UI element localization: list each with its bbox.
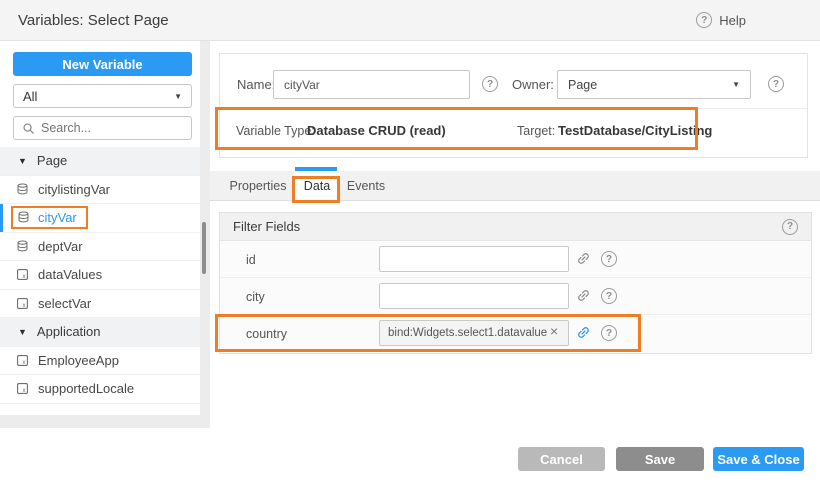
sidebar-scrollbar-thumb[interactable] <box>202 222 206 274</box>
save-button[interactable]: Save <box>616 447 704 471</box>
filter-row-country: country × ? <box>220 315 811 352</box>
target-value: TestDatabase/CityListing <box>558 123 712 138</box>
search-box <box>13 116 192 140</box>
filter-fields-header: Filter Fields ? <box>220 213 811 241</box>
sidebar-item-selectvar[interactable]: x selectVar <box>0 290 200 319</box>
help-label: Help <box>719 13 746 28</box>
tree-group-label: Page <box>37 153 67 168</box>
variable-filter-value: All <box>23 89 37 104</box>
svg-text:x: x <box>23 360 26 366</box>
cancel-button[interactable]: Cancel <box>518 447 605 471</box>
variables-dialog: Variables: Select Page ? Help New Variab… <box>0 0 820 487</box>
tab-properties[interactable]: Properties <box>222 171 294 200</box>
database-variable-icon <box>16 183 29 196</box>
variable-type-label: Variable Type: <box>236 124 315 138</box>
sidebar-item-supportedlocale[interactable]: x supportedLocale <box>0 375 200 404</box>
field-label: country <box>246 327 287 341</box>
variable-form-card: Name: * ? Owner: * Page ▼ ? Variable Typ… <box>219 53 808 158</box>
owner-help-icon[interactable]: ? <box>768 76 784 92</box>
database-variable-icon <box>17 211 30 224</box>
name-field[interactable] <box>273 70 470 99</box>
field-label: city <box>246 290 265 304</box>
item-label: dataValues <box>38 267 102 282</box>
save-and-close-button[interactable]: Save & Close <box>713 447 804 471</box>
country-field[interactable] <box>379 320 569 346</box>
bind-link-icon[interactable] <box>576 251 591 266</box>
search-icon <box>22 122 35 135</box>
item-label: supportedLocale <box>38 381 134 396</box>
svg-text:x: x <box>23 388 26 394</box>
model-variable-icon: x <box>16 382 29 395</box>
help-link[interactable]: ? Help <box>696 12 746 28</box>
model-variable-icon: x <box>16 297 29 310</box>
bind-link-icon-active[interactable] <box>576 325 591 340</box>
owner-select[interactable]: Page ▼ <box>557 70 751 99</box>
filter-fields-help-icon[interactable]: ? <box>782 219 798 235</box>
tree-group-application[interactable]: ▼ Application <box>0 318 200 347</box>
variable-type-row: Variable Type: Database CRUD (read) Targ… <box>220 108 807 158</box>
item-label: selectVar <box>38 296 91 311</box>
chevron-down-icon: ▼ <box>18 156 27 166</box>
svg-text:x: x <box>23 303 26 309</box>
tab-events[interactable]: Events <box>340 171 392 200</box>
bind-link-icon[interactable] <box>576 288 591 303</box>
highlight-box-cityvar: cityVar <box>11 206 88 229</box>
chevron-down-icon: ▼ <box>732 80 740 89</box>
item-label: citylistingVar <box>38 182 110 197</box>
tree-group-page[interactable]: ▼ Page <box>0 147 200 176</box>
sidebar-item-cityvar[interactable]: cityVar <box>0 204 200 233</box>
database-variable-icon <box>16 240 29 253</box>
tree-group-label: Application <box>37 324 101 339</box>
field-help-icon[interactable]: ? <box>601 325 617 341</box>
sidebar-item-deptvar[interactable]: deptVar <box>0 233 200 262</box>
id-field[interactable] <box>379 246 569 272</box>
active-tab-indicator <box>295 167 337 171</box>
variables-tree: ▼ Page citylistingVar cityVar <box>0 147 200 404</box>
sidebar-item-citylistingvar[interactable]: citylistingVar <box>0 176 200 205</box>
target-label: Target: <box>517 124 555 138</box>
filter-fields-title: Filter Fields <box>233 219 300 234</box>
item-label: EmployeeApp <box>38 353 119 368</box>
item-label: deptVar <box>38 239 83 254</box>
city-field[interactable] <box>379 283 569 309</box>
field-label: id <box>246 253 256 267</box>
svg-text:x: x <box>23 274 26 280</box>
item-label: cityVar <box>38 210 77 225</box>
search-input[interactable] <box>41 121 183 135</box>
field-help-icon[interactable]: ? <box>601 251 617 267</box>
filter-fields-panel: Filter Fields ? id ? city ? country × <box>219 212 812 354</box>
sidebar-scrollbar-track <box>200 41 210 428</box>
variable-filter-select[interactable]: All ▼ <box>13 84 192 108</box>
sidebar-item-employeeapp[interactable]: x EmployeeApp <box>0 347 200 376</box>
field-help-icon[interactable]: ? <box>601 288 617 304</box>
tab-bar: Properties Data Events <box>210 171 820 201</box>
sidebar-item-datavalues[interactable]: x dataValues <box>0 261 200 290</box>
model-variable-icon: x <box>16 268 29 281</box>
filter-row-id: id ? <box>220 241 811 278</box>
owner-value: Page <box>568 78 597 92</box>
variables-sidebar: New Variable All ▼ ▼ Page citylistingVar <box>0 41 200 415</box>
filter-row-city: city ? <box>220 278 811 315</box>
owner-label: Owner: * <box>512 77 563 92</box>
clear-binding-icon[interactable]: × <box>550 324 558 338</box>
chevron-down-icon: ▼ <box>174 92 182 101</box>
chevron-down-icon: ▼ <box>18 327 27 337</box>
help-icon: ? <box>696 12 712 28</box>
tab-data[interactable]: Data <box>294 171 340 201</box>
dialog-header: Variables: Select Page ? Help <box>0 0 820 41</box>
model-variable-icon: x <box>16 354 29 367</box>
new-variable-button[interactable]: New Variable <box>13 52 192 76</box>
variable-type-value: Database CRUD (read) <box>307 123 446 138</box>
sidebar-bottom-scroll-track <box>0 415 200 428</box>
page-title: Variables: Select Page <box>18 12 169 29</box>
name-help-icon[interactable]: ? <box>482 76 498 92</box>
